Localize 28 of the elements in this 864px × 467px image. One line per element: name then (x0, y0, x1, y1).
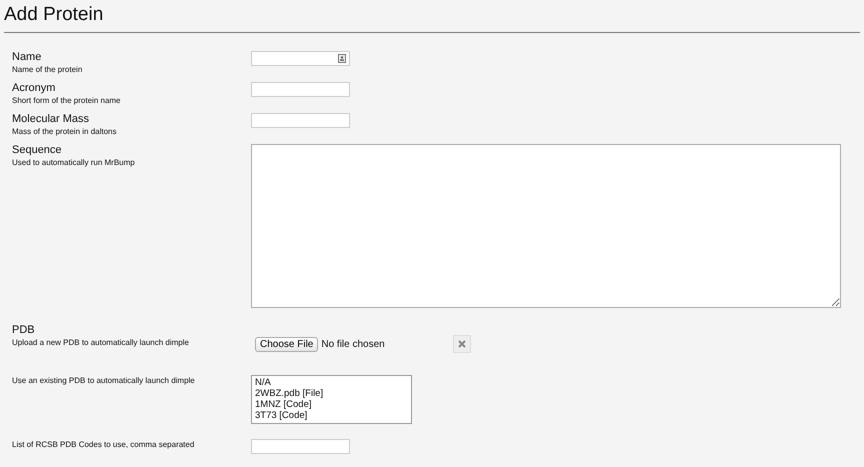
field-description: Use an existing PDB to automatically launch dimple (12, 375, 196, 386)
field-description: Name of the protein (12, 64, 84, 75)
field-label: PDB (12, 324, 36, 337)
field-label: Sequence (12, 144, 63, 157)
text-field[interactable] (251, 439, 350, 454)
field-label: Acronym (12, 82, 56, 95)
clear-button[interactable] (453, 335, 472, 353)
list-option[interactable]: 2WBZ.pdb [File] (255, 388, 408, 399)
page-title: Add Protein (3, 3, 104, 27)
close-icon[interactable] (458, 340, 466, 348)
text-field[interactable] (251, 113, 350, 128)
contact-card-icon[interactable] (338, 54, 346, 63)
text-field[interactable] (251, 51, 350, 66)
field-description: Mass of the protein in daltons (12, 126, 118, 137)
field-description: Upload a new PDB to automatically launch dimple (12, 337, 190, 348)
field-label: Name (12, 51, 42, 64)
list-option[interactable]: 3T73 [Code] (255, 410, 408, 421)
field-description: Used to automatically run MrBump (12, 157, 136, 168)
field-description: Short form of the protein name (12, 95, 122, 106)
sequence-field[interactable] (251, 144, 841, 308)
field-description: List of RCSB PDB Codes to use, comma separated (12, 439, 196, 450)
field-label: Molecular Mass (12, 113, 90, 126)
list-option[interactable]: 1MNZ [Code] (255, 399, 408, 410)
pdb-list-box[interactable]: N/A 2WBZ.pdb [File] 1MNZ [Code] 3T73 [Code] (251, 375, 412, 424)
text-field[interactable] (251, 82, 350, 97)
list-option[interactable]: N/A (255, 377, 408, 388)
choose-file-button[interactable]: Choose File (255, 336, 318, 352)
file-status: No file chosen (321, 338, 386, 350)
